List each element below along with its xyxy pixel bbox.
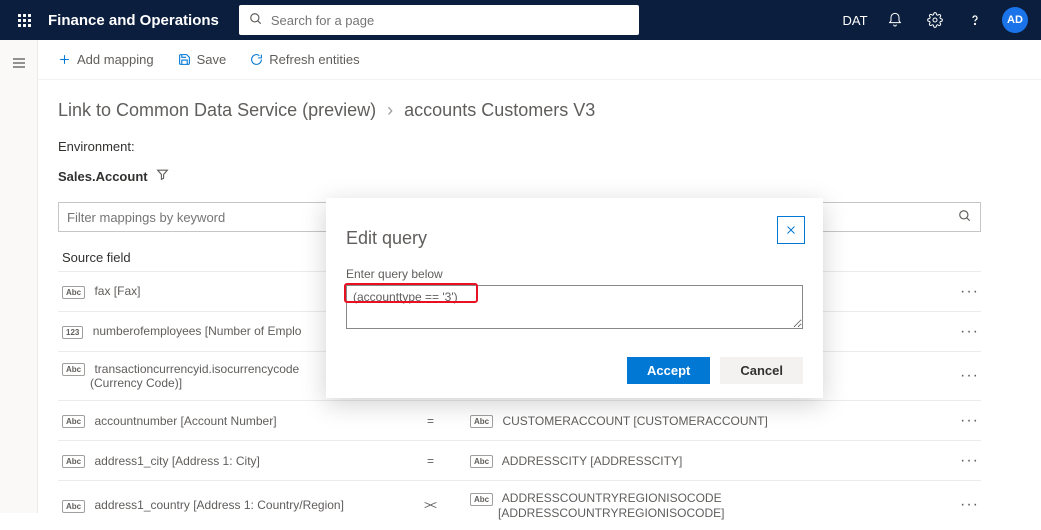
save-icon bbox=[178, 53, 191, 66]
query-value: (accounttype == '3') bbox=[353, 290, 458, 304]
save-label: Save bbox=[197, 52, 227, 67]
app-launcher-icon[interactable] bbox=[8, 4, 40, 36]
refresh-button[interactable]: Refresh entities bbox=[250, 52, 359, 67]
settings-icon[interactable] bbox=[917, 2, 953, 38]
breadcrumb: Link to Common Data Service (preview) › … bbox=[58, 100, 981, 121]
topbar: Finance and Operations DAT AD bbox=[0, 0, 1041, 40]
plus-icon bbox=[58, 53, 71, 66]
left-rail bbox=[0, 40, 38, 513]
avatar-initials: AD bbox=[1002, 7, 1028, 33]
edit-query-dialog: Edit query Enter query below (accounttyp… bbox=[326, 198, 823, 398]
source-field-text2: (Currency Code)] bbox=[90, 376, 182, 390]
cancel-button[interactable]: Cancel bbox=[720, 357, 803, 384]
chevron-right-icon: › bbox=[387, 100, 393, 120]
main-content: Add mapping Save Refresh entities Link t… bbox=[38, 40, 1041, 513]
user-avatar[interactable]: AD bbox=[997, 2, 1033, 38]
help-icon[interactable] bbox=[957, 2, 993, 38]
row-more-icon[interactable]: ··· bbox=[960, 496, 979, 514]
direction-icon[interactable]: = bbox=[427, 454, 433, 468]
type-badge: Abc bbox=[62, 500, 85, 513]
query-textarea[interactable]: (accounttype == '3') bbox=[346, 285, 803, 329]
source-field-text: transactioncurrencyid.isocurrencycode bbox=[94, 362, 299, 376]
target-field-text: ADDRESSCITY [ADDRESSCITY] bbox=[502, 454, 682, 468]
type-badge: 123 bbox=[62, 326, 83, 339]
global-search[interactable] bbox=[239, 5, 639, 35]
close-icon[interactable] bbox=[777, 216, 805, 244]
environment-label: Environment: bbox=[58, 139, 981, 154]
entity-row: Sales.Account bbox=[58, 168, 981, 184]
table-row[interactable]: Abc address1_city [Address 1: City] = Ab… bbox=[58, 440, 981, 480]
type-badge: Abc bbox=[470, 455, 493, 468]
dialog-title: Edit query bbox=[346, 228, 803, 249]
accept-button[interactable]: Accept bbox=[627, 357, 710, 384]
row-more-icon[interactable]: ··· bbox=[960, 452, 979, 470]
query-label: Enter query below bbox=[346, 267, 803, 281]
row-more-icon[interactable]: ··· bbox=[960, 412, 979, 430]
notifications-icon[interactable] bbox=[877, 2, 913, 38]
source-field-text: address1_country [Address 1: Country/Reg… bbox=[94, 498, 343, 512]
type-badge: Abc bbox=[470, 493, 493, 506]
app-title: Finance and Operations bbox=[48, 12, 219, 29]
company-selector[interactable]: DAT bbox=[837, 2, 873, 38]
type-badge: Abc bbox=[470, 415, 493, 428]
direction-icon[interactable]: = bbox=[427, 414, 433, 428]
add-mapping-button[interactable]: Add mapping bbox=[58, 52, 154, 67]
breadcrumb-current: accounts Customers V3 bbox=[404, 100, 595, 120]
row-more-icon[interactable]: ··· bbox=[960, 323, 979, 341]
add-mapping-label: Add mapping bbox=[77, 52, 154, 67]
command-bar: Add mapping Save Refresh entities bbox=[38, 40, 1041, 80]
table-row[interactable]: Abc accountnumber [Account Number] = Abc… bbox=[58, 400, 981, 440]
row-more-icon[interactable]: ··· bbox=[960, 283, 979, 301]
source-field-text: accountnumber [Account Number] bbox=[94, 414, 276, 428]
target-field-text: ADDRESSCOUNTRYREGIONISOCODE bbox=[502, 491, 722, 505]
source-field-text: address1_city [Address 1: City] bbox=[94, 454, 259, 468]
type-badge: Abc bbox=[62, 415, 85, 428]
shell: Add mapping Save Refresh entities Link t… bbox=[0, 40, 1041, 513]
table-row[interactable]: Abc address1_country [Address 1: Country… bbox=[58, 480, 981, 529]
type-badge: Abc bbox=[62, 455, 85, 468]
entity-name: Sales.Account bbox=[58, 169, 148, 184]
source-field-text: fax [Fax] bbox=[94, 284, 140, 298]
type-badge: Abc bbox=[62, 286, 85, 299]
dialog-buttons: Accept Cancel bbox=[346, 357, 803, 384]
refresh-icon bbox=[250, 53, 263, 66]
save-button[interactable]: Save bbox=[178, 52, 227, 67]
source-field-text: numberofemployees [Number of Emplo bbox=[93, 324, 302, 338]
type-badge: Abc bbox=[62, 363, 85, 376]
row-more-icon[interactable]: ··· bbox=[960, 367, 979, 385]
search-icon bbox=[249, 12, 263, 29]
hamburger-icon[interactable] bbox=[4, 48, 34, 78]
breadcrumb-root[interactable]: Link to Common Data Service (preview) bbox=[58, 100, 376, 120]
target-field-text: CUSTOMERACCOUNT [CUSTOMERACCOUNT] bbox=[502, 414, 767, 428]
search-icon[interactable] bbox=[958, 209, 972, 226]
global-search-input[interactable] bbox=[271, 13, 629, 28]
direction-icon[interactable]: >< bbox=[424, 498, 436, 512]
filter-icon[interactable] bbox=[156, 168, 169, 184]
refresh-label: Refresh entities bbox=[269, 52, 359, 67]
